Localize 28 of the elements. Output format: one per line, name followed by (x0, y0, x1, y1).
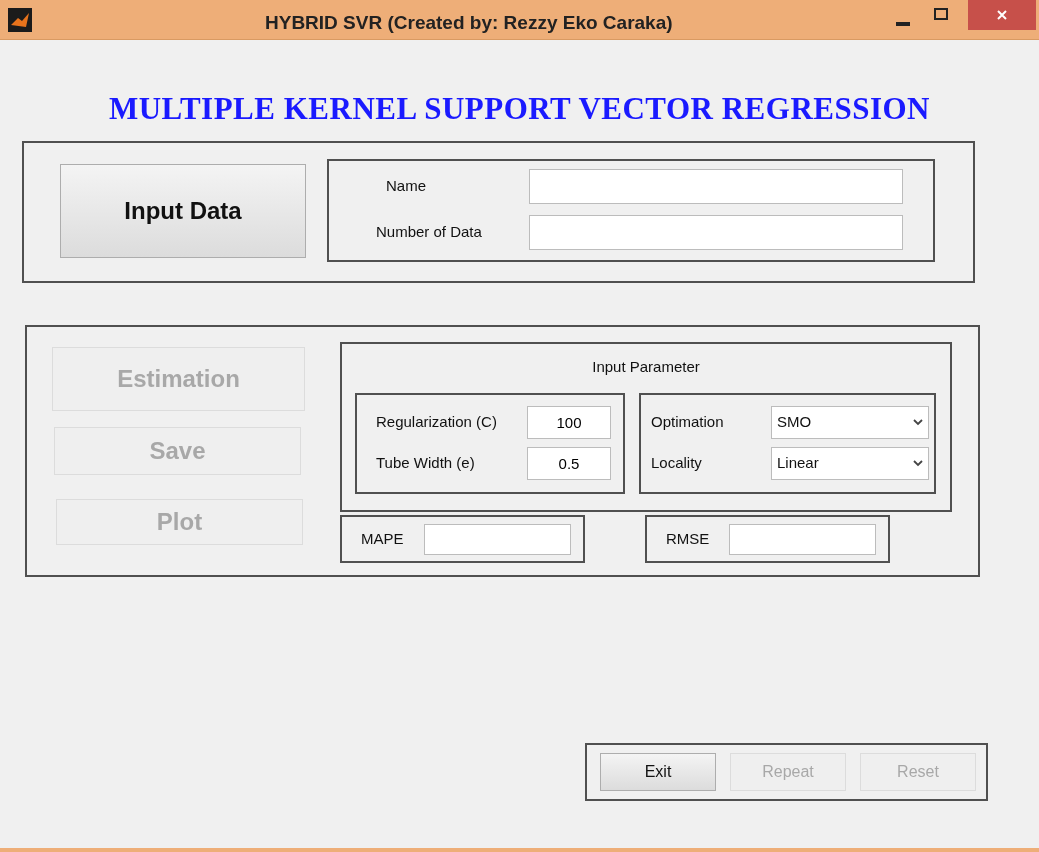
close-button[interactable] (968, 0, 1036, 30)
maximize-icon[interactable] (934, 8, 948, 20)
text-field[interactable] (529, 169, 903, 204)
metric-label: RMSE (665, 528, 711, 549)
metric-field[interactable] (424, 523, 571, 555)
close-icon (997, 10, 1007, 20)
parameter-field[interactable]: 0.5 (527, 446, 611, 480)
window-title: HYBRID SVR (Created by: Rezzy Eko Caraka) (265, 11, 673, 35)
metric-field[interactable] (729, 523, 876, 555)
option-label: Optimation (650, 411, 725, 432)
chevron-down-icon (913, 459, 923, 467)
heading: MULTIPLE KERNEL SUPPORT VECTOR REGRESSION (108, 93, 930, 124)
dropdown[interactable]: Linear (771, 446, 929, 480)
parameter-label: Tube Width (e) (375, 452, 476, 473)
footer-button[interactable]: Exit (600, 753, 716, 791)
app-logo-icon (8, 7, 32, 32)
dropdown[interactable]: SMO (771, 405, 929, 439)
text-field[interactable] (529, 215, 903, 250)
chevron-down-icon (913, 418, 923, 426)
parameter-label: Regularization (C) (375, 411, 498, 432)
parameter-field[interactable]: 100 (527, 405, 611, 439)
metric-label: MAPE (360, 528, 405, 549)
field-label: Name (385, 176, 427, 197)
input-data-button[interactable]: Input Data (60, 164, 306, 258)
panel-title: Input Parameter (592, 357, 700, 377)
minimize-icon[interactable] (896, 22, 910, 26)
field-label: Number of Data (375, 222, 483, 243)
option-label: Locality (650, 452, 703, 473)
